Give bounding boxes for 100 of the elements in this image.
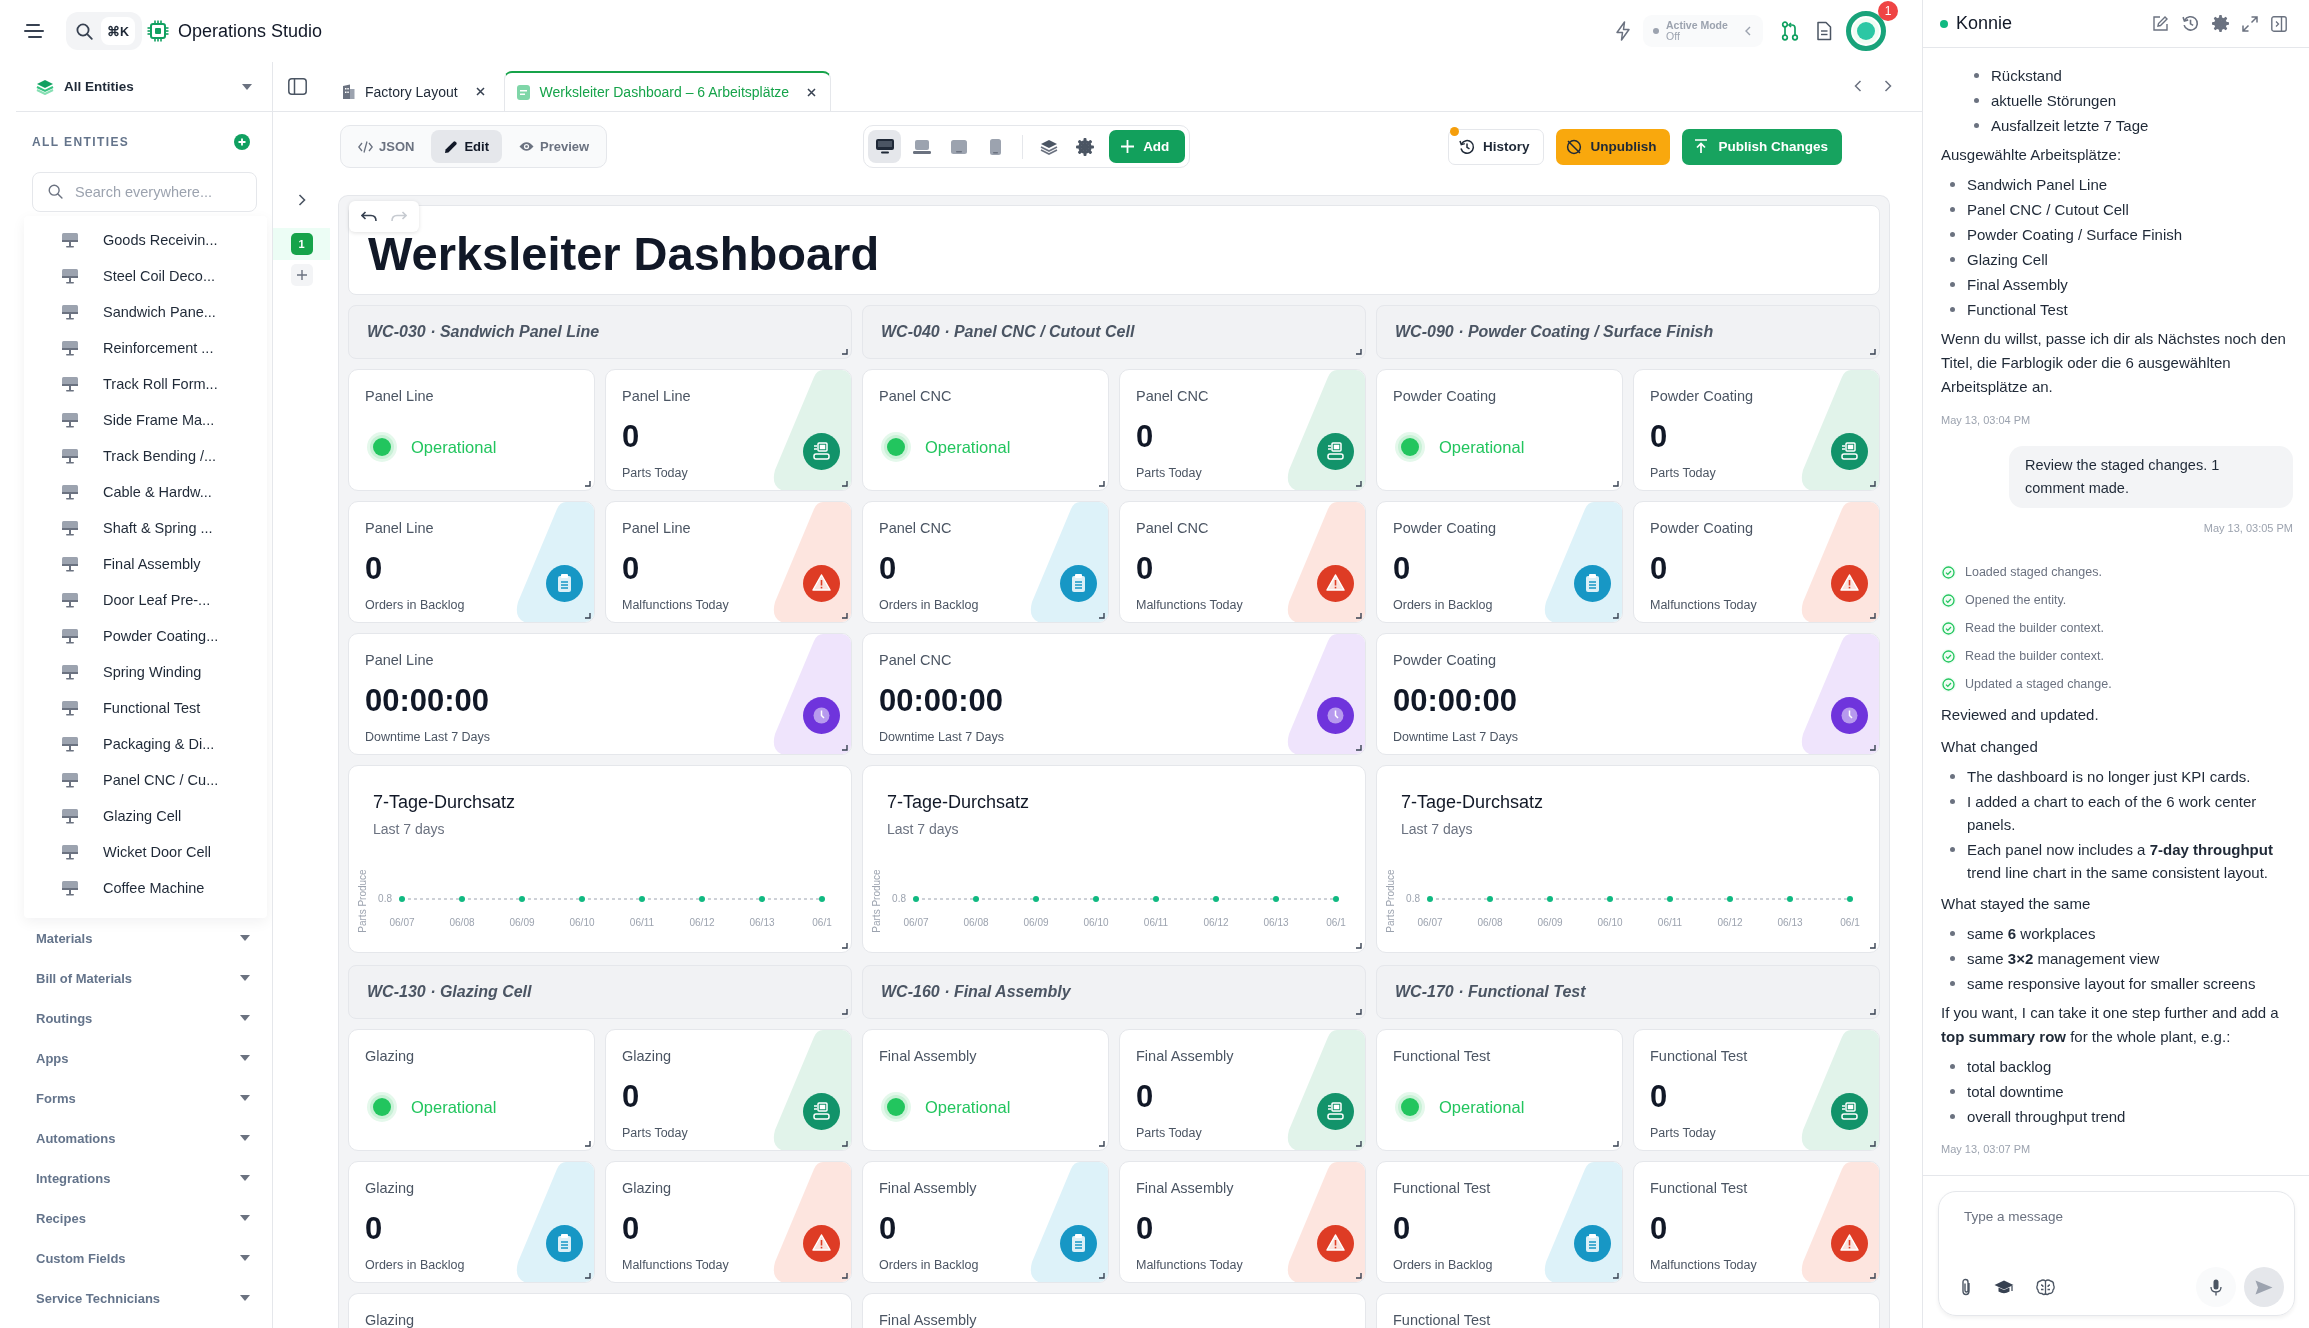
resize-handle-icon[interactable] [585, 1273, 591, 1279]
resize-handle-icon[interactable] [1613, 1141, 1619, 1147]
resize-handle-icon[interactable] [1613, 481, 1619, 487]
git-branch-icon[interactable] [1781, 21, 1799, 41]
resize-handle-icon[interactable] [842, 745, 848, 751]
resize-handle-icon[interactable] [1099, 1141, 1105, 1147]
add-icon[interactable] [234, 134, 250, 150]
resize-handle-icon[interactable] [842, 613, 848, 619]
resize-handle-icon[interactable] [1613, 613, 1619, 619]
resize-handle-icon[interactable] [1356, 943, 1362, 949]
group-item[interactable]: Routings [0, 998, 272, 1038]
group-item[interactable]: Forms [0, 1078, 272, 1118]
entity-item[interactable]: Reinforcement ... [24, 330, 267, 366]
message-input[interactable]: Type a message [1957, 1206, 2284, 1253]
resize-handle-icon[interactable] [1356, 613, 1362, 619]
sidebar-toggle-icon[interactable] [288, 78, 307, 95]
resize-handle-icon[interactable] [842, 481, 848, 487]
resize-handle-icon[interactable] [1870, 943, 1876, 949]
group-item[interactable]: Automations [0, 1118, 272, 1158]
settings-icon[interactable] [1076, 137, 1095, 156]
group-item[interactable]: Custom Fields [0, 1238, 272, 1278]
group-item[interactable]: Materials [0, 918, 272, 958]
edit-icon[interactable] [2152, 15, 2169, 32]
scope-dropdown[interactable]: All Entities [16, 62, 272, 112]
expand-icon[interactable] [2242, 15, 2258, 32]
entity-item[interactable]: Functional Test [24, 690, 267, 726]
group-item[interactable]: Integrations [0, 1158, 272, 1198]
close-icon[interactable] [807, 87, 817, 97]
unpublish-button[interactable]: Unpublish [1556, 128, 1671, 165]
message-composer[interactable]: Type a message [1938, 1191, 2295, 1316]
document-icon[interactable] [1816, 21, 1832, 41]
entity-item[interactable]: Shaft & Spring ... [24, 510, 267, 546]
entity-item[interactable]: Spring Winding [24, 654, 267, 690]
search-button[interactable]: ⌘K [66, 12, 142, 50]
group-item[interactable]: Recipes [0, 1198, 272, 1238]
paperclip-icon[interactable] [1960, 1278, 1972, 1296]
lightning-icon[interactable] [1615, 21, 1631, 41]
entity-item[interactable]: Goods Receivin... [24, 222, 267, 258]
resize-handle-icon[interactable] [842, 1273, 848, 1279]
search-field[interactable]: Search everywhere... [32, 172, 257, 212]
entity-item[interactable]: Wicket Door Cell [24, 834, 267, 870]
avatar[interactable] [1846, 11, 1886, 51]
desktop-view-button[interactable] [868, 130, 902, 163]
resize-handle-icon[interactable] [1099, 1273, 1105, 1279]
chevron-right-icon[interactable] [1884, 80, 1892, 92]
group-item[interactable]: Apps [0, 1038, 272, 1078]
mode-tab[interactable]: JSON [345, 130, 428, 163]
resize-handle-icon[interactable] [1613, 1273, 1619, 1279]
mode-tab[interactable]: Preview [505, 130, 603, 163]
resize-handle-icon[interactable] [1870, 481, 1876, 487]
resize-handle-icon[interactable] [1356, 349, 1362, 355]
entity-item[interactable]: Steel Coil Deco... [24, 258, 267, 294]
group-item[interactable]: Bill of Materials [0, 958, 272, 998]
resize-handle-icon[interactable] [1099, 613, 1105, 619]
group-item[interactable]: Service Technicians [0, 1278, 272, 1318]
entity-item[interactable]: Coffee Machine [24, 870, 267, 906]
resize-handle-icon[interactable] [842, 943, 848, 949]
resize-handle-icon[interactable] [1356, 1009, 1362, 1015]
resize-handle-icon[interactable] [842, 1009, 848, 1015]
entity-item[interactable]: Panel CNC / Cu... [24, 762, 267, 798]
undo-icon[interactable] [361, 211, 377, 222]
settings-icon[interactable] [2212, 15, 2229, 32]
resize-handle-icon[interactable] [1356, 481, 1362, 487]
brain-icon[interactable] [2036, 1278, 2055, 1296]
chevron-right-icon[interactable] [297, 194, 306, 206]
resize-handle-icon[interactable] [842, 1141, 848, 1147]
resize-handle-icon[interactable] [1356, 1141, 1362, 1147]
graduation-cap-icon[interactable] [1994, 1279, 2014, 1295]
resize-handle-icon[interactable] [1356, 745, 1362, 751]
entity-item[interactable]: Track Roll Form... [24, 366, 267, 402]
entity-item[interactable]: Powder Coating... [24, 618, 267, 654]
resize-handle-icon[interactable] [1870, 745, 1876, 751]
entity-item[interactable]: Cable & Hardw... [24, 474, 267, 510]
resize-handle-icon[interactable] [1870, 1273, 1876, 1279]
resize-handle-icon[interactable] [1099, 481, 1105, 487]
close-icon[interactable] [475, 87, 485, 96]
panel-icon[interactable] [2271, 15, 2287, 32]
entity-item[interactable]: Sandwich Pane... [24, 294, 267, 330]
history-icon[interactable] [2182, 15, 2199, 32]
resize-handle-icon[interactable] [585, 613, 591, 619]
resize-handle-icon[interactable] [1870, 349, 1876, 355]
resize-handle-icon[interactable] [842, 349, 848, 355]
entity-item[interactable]: Track Bending /... [24, 438, 267, 474]
entity-item[interactable]: Glazing Cell [24, 798, 267, 834]
resize-handle-icon[interactable] [585, 481, 591, 487]
entity-item[interactable]: Final Assembly [24, 546, 267, 582]
tab[interactable]: Factory Layout [331, 71, 500, 111]
voice-input-button[interactable] [2196, 1267, 2236, 1307]
menu-icon[interactable] [24, 23, 46, 39]
layers-icon[interactable] [1040, 138, 1059, 155]
resize-handle-icon[interactable] [1356, 1273, 1362, 1279]
entity-item[interactable]: Door Leaf Pre-... [24, 582, 267, 618]
resize-handle-icon[interactable] [1870, 1009, 1876, 1015]
add-page-button[interactable] [290, 264, 313, 286]
history-button[interactable]: History [1447, 128, 1545, 165]
chevron-left-icon[interactable] [1854, 80, 1862, 92]
resize-handle-icon[interactable] [1870, 1141, 1876, 1147]
resize-handle-icon[interactable] [585, 1141, 591, 1147]
mode-tab[interactable]: Edit [431, 130, 502, 163]
entity-item[interactable]: Packaging & Di... [24, 726, 267, 762]
